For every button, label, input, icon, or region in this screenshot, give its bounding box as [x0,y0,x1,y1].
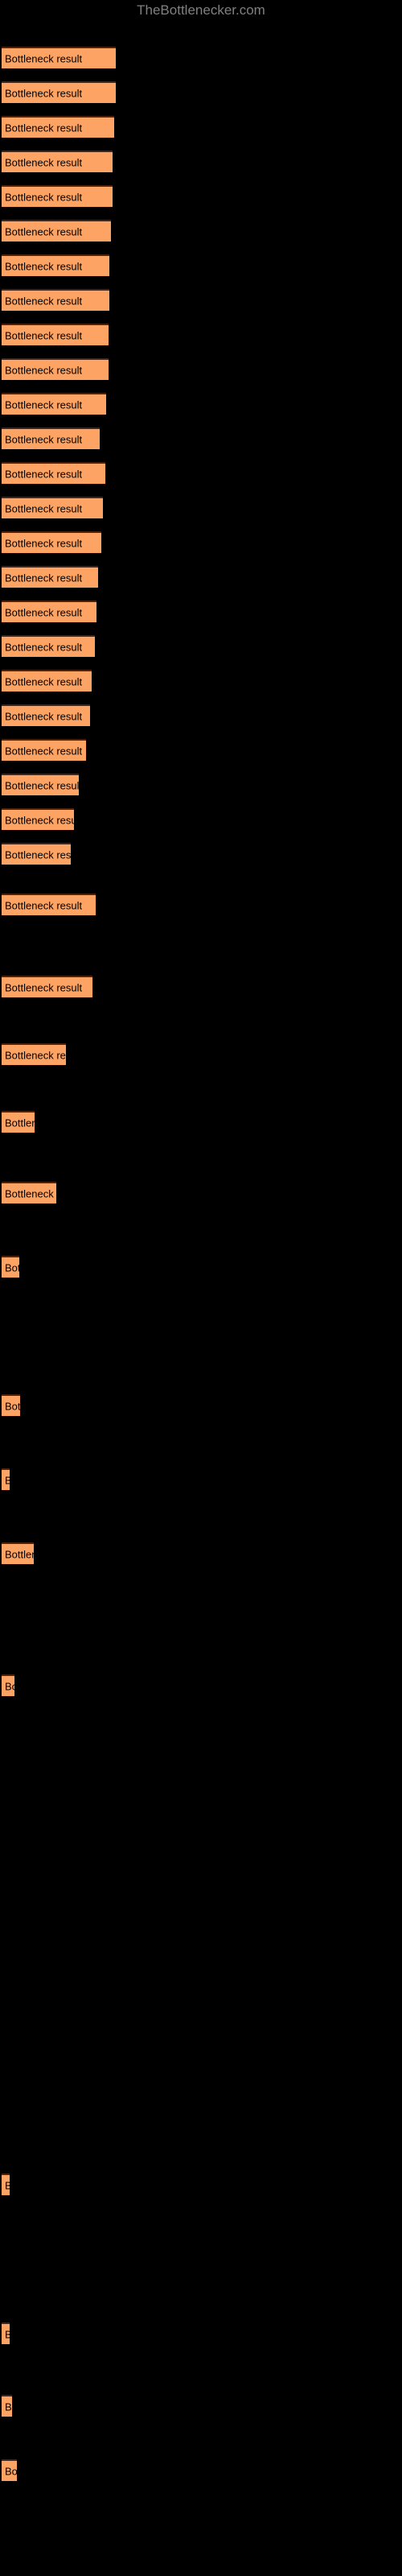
bar[interactable]: Bottleneck result [2,1674,14,1696]
bar-label: Bottleneck result [5,2465,17,2477]
bar-label: Bottleneck result [5,1049,66,1061]
bar[interactable]: Bottleneck result [2,462,105,484]
bar[interactable]: Bottleneck result [2,531,101,553]
bar-label: Bottleneck result [5,814,74,826]
bar[interactable]: Bottleneck result [2,894,96,915]
bar-label: Bottleneck result [5,398,83,411]
bar-label: Bottleneck result [5,981,83,993]
bar-label: Bottleneck result [5,779,79,791]
bar-label: Bottleneck result [5,572,83,584]
bar-label: Bottleneck result [5,675,83,687]
bar-label: Bottleneck result [5,191,83,203]
bar[interactable]: Bottleneck result [2,843,71,865]
bar-label: Bottleneck result [5,606,83,618]
bar[interactable]: Bottleneck result [2,1043,66,1065]
bar[interactable]: Bottleneck result [2,808,74,830]
bar[interactable]: Bottleneck result [2,976,92,997]
bar[interactable]: Bottleneck result [2,2174,10,2195]
bar-label: Bottleneck result [5,156,83,168]
bar[interactable]: Bottleneck result [2,47,116,68]
bar[interactable]: Bottleneck result [2,566,98,588]
bar-label: Bottleneck result [5,502,83,514]
bar[interactable]: Bottleneck result [2,774,79,795]
bar[interactable]: Bottleneck result [2,497,103,518]
bar-label: Bottleneck result [5,1474,10,1486]
bar[interactable]: Bottleneck result [2,2459,17,2481]
bar[interactable]: Bottleneck result [2,670,92,691]
bar-label: Bottleneck result [5,122,83,134]
bar-label: Bottleneck result [5,710,83,722]
bar[interactable]: Bottleneck result [2,81,116,103]
bar[interactable]: Bottleneck result [2,254,109,276]
bar-label: Bottleneck result [5,433,83,445]
bar-label: Bottleneck result [5,1548,34,1560]
bar-label: Bottleneck result [5,1400,20,1412]
bar-label: Bottleneck result [5,1261,19,1274]
bar[interactable]: Bottleneck result [2,1182,56,1203]
bar[interactable]: Bottleneck result [2,151,113,172]
bar-label: Bottleneck result [5,848,71,861]
bar-label: Bottleneck result [5,2328,10,2340]
bar[interactable]: Bottleneck result [2,739,86,761]
bar-label: Bottleneck result [5,1680,14,1692]
bar[interactable]: Bottleneck result [2,427,100,449]
page-title: TheBottlenecker.com [137,2,265,18]
bar[interactable]: Bottleneck result [2,635,95,657]
bar-label: Bottleneck result [5,329,83,341]
bar-label: Bottleneck result [5,1117,35,1129]
bar[interactable]: Bottleneck result [2,2322,10,2344]
bar[interactable]: Bottleneck result [2,220,111,242]
bar-label: Bottleneck result [5,468,83,480]
bar[interactable]: Bottleneck result [2,1111,35,1133]
bar-label: Bottleneck result [5,899,83,911]
bar-label: Bottleneck result [5,295,83,307]
bar[interactable]: Bottleneck result [2,1542,34,1564]
bar-label: Bottleneck result [5,225,83,237]
bar[interactable]: Bottleneck result [2,185,113,207]
bar-label: Bottleneck result [5,537,83,549]
bar[interactable]: Bottleneck result [2,601,96,622]
bar[interactable]: Bottleneck result [2,289,109,311]
bar-label: Bottleneck result [5,641,83,653]
bar-label: Bottleneck result [5,52,83,64]
bar-label: Bottleneck result [5,2401,12,2413]
bar[interactable]: Bottleneck result [2,1256,19,1278]
bar-label: Bottleneck result [5,364,83,376]
bar-label: Bottleneck result [5,1187,56,1199]
bar-label: Bottleneck result [5,87,83,99]
bar[interactable]: Bottleneck result [2,704,90,726]
bar[interactable]: Bottleneck result [2,2395,12,2417]
bar[interactable]: Bottleneck result [2,116,114,138]
bar[interactable]: Bottleneck result [2,393,106,415]
bar[interactable]: Bottleneck result [2,1394,20,1416]
bar-label: Bottleneck result [5,2179,10,2191]
bar-chart: TheBottlenecker.com Bottleneck result Bot… [0,0,402,2576]
bar[interactable]: Bottleneck result [2,324,109,345]
bar[interactable]: Bottleneck result [2,358,109,380]
bar-label: Bottleneck result [5,745,83,757]
bar[interactable]: Bottleneck result [2,1468,10,1490]
bar-label: Bottleneck result [5,260,83,272]
